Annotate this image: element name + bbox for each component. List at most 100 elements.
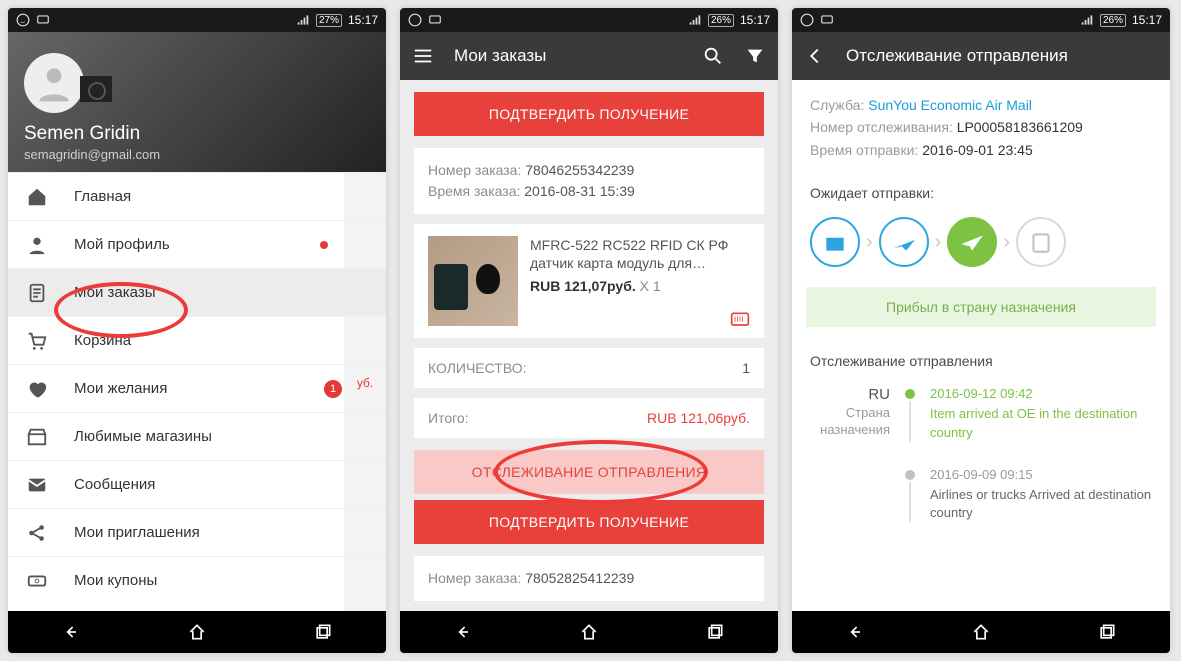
notification-dot — [320, 241, 328, 249]
sidebar-item-orders[interactable]: Мои заказы — [8, 268, 386, 316]
android-nav-bar — [8, 611, 386, 653]
chat-icon — [820, 13, 834, 27]
track-shipment-button[interactable]: ОТСЛЕЖИВАНИЕ ОТПРАВЛЕНИЯ — [414, 450, 764, 494]
ship-time: 2016-09-01 23:45 — [922, 142, 1033, 158]
app-bar: Отслеживание отправления — [792, 32, 1170, 80]
sidebar-item-share[interactable]: Мои приглашения — [8, 508, 386, 556]
order-time: 2016-08-31 15:39 — [524, 183, 635, 199]
home-icon — [26, 186, 48, 208]
confirm-receipt-button[interactable]: ПОДТВЕРДИТЬ ПОЛУЧЕНИЕ — [414, 92, 764, 136]
sidebar-item-label: Мои купоны — [74, 572, 157, 589]
shipment-info: Служба: SunYou Economic Air Mail Номер о… — [792, 80, 1170, 175]
service-name: SunYou Economic Air Mail — [868, 97, 1032, 113]
back-button[interactable] — [8, 611, 134, 653]
menu-icon[interactable] — [412, 45, 434, 67]
back-icon[interactable] — [804, 45, 826, 67]
chat-icon — [428, 13, 442, 27]
chevron-right-icon: › — [935, 231, 942, 254]
tracking-body: Служба: SunYou Economic Air Mail Номер о… — [792, 80, 1170, 611]
sidebar-item-coupon[interactable]: Мои купоны — [8, 556, 386, 604]
barcode-icon[interactable] — [730, 310, 750, 328]
total-value: RUB 121,06руб. — [647, 410, 750, 426]
phone-screen-1: 27% 15:17 уб. Semen Gridin semagridin@gm… — [8, 8, 386, 653]
android-nav-bar — [400, 611, 778, 653]
home-button[interactable] — [918, 611, 1044, 653]
recent-button[interactable] — [1044, 611, 1170, 653]
share-icon — [26, 522, 48, 544]
signal-icon — [1080, 13, 1094, 27]
battery-level: 26% — [1100, 14, 1126, 27]
page-title: Отслеживание отправления — [846, 46, 1158, 66]
timeline-dot — [905, 470, 915, 480]
orders-icon — [26, 282, 48, 304]
recent-button[interactable] — [260, 611, 386, 653]
sidebar-item-store[interactable]: Любимые магазины — [8, 412, 386, 460]
service-label: Служба: — [810, 97, 864, 113]
chevron-right-icon: › — [866, 231, 873, 254]
product-row[interactable]: MFRC-522 RC522 RFID СК РФ датчик карта м… — [414, 224, 764, 338]
signal-icon — [688, 13, 702, 27]
timeline-dot — [905, 389, 915, 399]
nav-drawer: Главная Мой профиль Мои заказы Корзина Мои ж… — [8, 172, 386, 611]
order-number: 78046255342239 — [525, 162, 634, 178]
product-thumbnail — [428, 236, 518, 326]
tracking-list-title: Отслеживание отправления — [792, 343, 1170, 379]
product-title: MFRC-522 RC522 RFID СК РФ датчик карта м… — [530, 236, 750, 272]
product-price: RUB 121,07руб. — [530, 278, 636, 294]
country-sub: Страна назначения — [810, 405, 890, 439]
drawer-header: Semen Gridin semagridin@gmail.com — [8, 32, 386, 172]
order-number-label: Номер заказа: — [428, 162, 521, 178]
cart-icon — [26, 330, 48, 352]
user-name: Semen Gridin — [24, 123, 370, 145]
person-icon — [26, 234, 48, 256]
qty-label: КОЛИЧЕСТВО: — [428, 360, 527, 376]
status-bar: 26% 15:17 — [792, 8, 1170, 32]
progress-steps: › › › — [792, 211, 1170, 281]
notification-badge: 1 — [324, 380, 342, 398]
total-row: Итого: RUB 121,06руб. — [414, 398, 764, 438]
next-order-number: 78052825412239 — [525, 570, 634, 586]
step-depart-icon — [879, 217, 929, 267]
product-qty: X 1 — [640, 278, 661, 294]
sidebar-item-cart[interactable]: Корзина — [8, 316, 386, 364]
app-bar: Мои заказы — [400, 32, 778, 80]
filter-icon[interactable] — [744, 45, 766, 67]
quantity-row: КОЛИЧЕСТВО: 1 — [414, 348, 764, 388]
total-label: Итого: — [428, 410, 469, 426]
avatar[interactable] — [24, 53, 84, 113]
confirm-receipt-button-2[interactable]: ПОДТВЕРДИТЬ ПОЛУЧЕНИЕ — [414, 500, 764, 544]
sidebar-item-home[interactable]: Главная — [8, 172, 386, 220]
chat-icon — [36, 13, 50, 27]
page-title: Мои заказы — [454, 46, 682, 66]
sidebar-item-label: Корзина — [74, 332, 131, 349]
status-banner: Прибыл в страну назначения — [806, 287, 1156, 327]
sidebar-item-heart[interactable]: Мои желания1 — [8, 364, 386, 412]
back-button[interactable] — [400, 611, 526, 653]
ship-time-label: Время отправки: — [810, 142, 918, 158]
tracking-number: LP00058183661209 — [957, 119, 1083, 135]
sidebar-item-label: Мой профиль — [74, 236, 170, 253]
sidebar-item-person[interactable]: Мой профиль — [8, 220, 386, 268]
home-button[interactable] — [526, 611, 652, 653]
search-icon[interactable] — [702, 45, 724, 67]
tracking-number-label: Номер отслеживания: — [810, 119, 953, 135]
mail-icon — [26, 474, 48, 496]
whatsapp-icon — [800, 13, 814, 27]
sidebar-item-label: Главная — [74, 188, 131, 205]
whatsapp-icon — [16, 13, 30, 27]
timeline-line — [909, 401, 911, 442]
sidebar-item-label: Сообщения — [74, 476, 155, 493]
clock: 15:17 — [740, 13, 770, 27]
clock: 15:17 — [348, 13, 378, 27]
phone-screen-2: 26% 15:17 Мои заказы ПОДТВЕРДИТЬ ПОЛУЧЕН… — [400, 8, 778, 653]
sidebar-item-mail[interactable]: Сообщения — [8, 460, 386, 508]
event-date: 2016-09-09 09:15 — [930, 466, 1152, 484]
order-meta: Номер заказа: 78046255342239 Время заказ… — [414, 148, 764, 214]
home-button[interactable] — [134, 611, 260, 653]
awaiting-title: Ожидает отправки: — [792, 175, 1170, 211]
timeline-line — [909, 482, 911, 523]
heart-icon — [26, 378, 48, 400]
back-button[interactable] — [792, 611, 918, 653]
recent-button[interactable] — [652, 611, 778, 653]
sidebar-item-label: Мои заказы — [74, 284, 156, 301]
